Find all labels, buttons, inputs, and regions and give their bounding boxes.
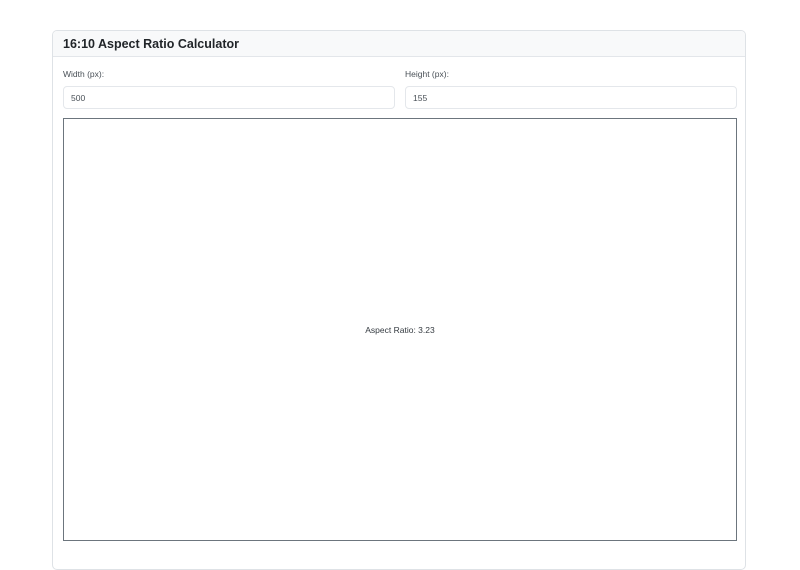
calculator-card: 16:10 Aspect Ratio Calculator Width (px)… (52, 30, 746, 570)
dimension-inputs-row: Width (px): Height (px): (53, 57, 745, 115)
aspect-ratio-readout: Aspect Ratio: 3.23 (365, 324, 435, 335)
height-input[interactable] (405, 86, 737, 109)
width-field-group: Width (px): (63, 57, 395, 109)
card-title: 16:10 Aspect Ratio Calculator (63, 37, 239, 51)
width-label: Width (px): (63, 69, 105, 79)
aspect-ratio-preview: Aspect Ratio: 3.23 (63, 118, 737, 541)
card-header: 16:10 Aspect Ratio Calculator (53, 31, 745, 57)
width-input[interactable] (63, 86, 395, 109)
height-field-group: Height (px): (405, 57, 737, 109)
height-label: Height (px): (405, 69, 449, 79)
